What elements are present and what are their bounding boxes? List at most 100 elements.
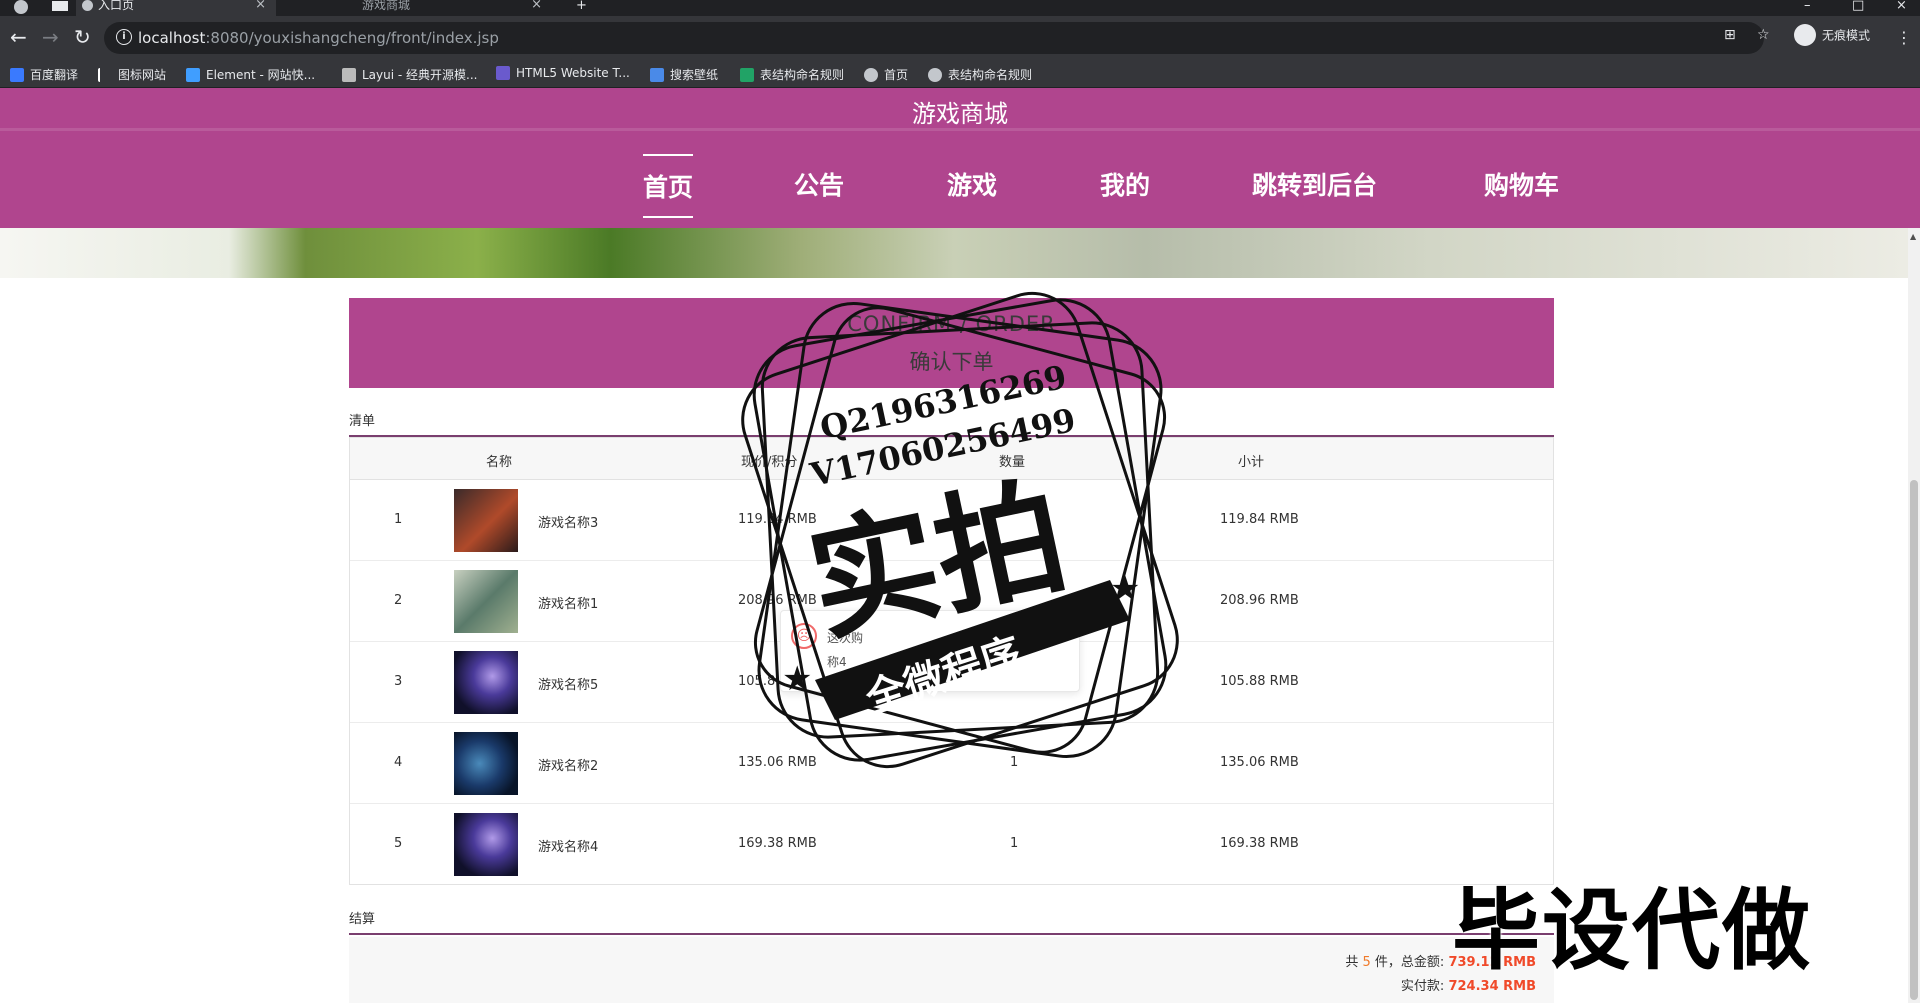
nav-cart[interactable]: 购物车: [1484, 166, 1559, 202]
column-name: 名称: [486, 455, 513, 470]
table-row: 5 游戏名称4 169.38 RMB 1 169.38 RMB: [350, 804, 1553, 885]
incognito-indicator[interactable]: 无痕模式: [1794, 24, 1870, 52]
game-thumbnail[interactable]: [454, 651, 518, 714]
star-icon: ★: [782, 659, 812, 699]
wallpaper-icon: [650, 68, 664, 82]
browser-tab-shop[interactable]: 游戏商城 ×: [340, 0, 552, 16]
bookmark-item[interactable]: Element - 网站快...: [186, 66, 315, 83]
site-header: 游戏商城 首页 公告 游戏 我的 跳转到后台 购物车: [0, 88, 1920, 228]
game-subtotal: 208.96 RMB: [1220, 593, 1299, 608]
game-name[interactable]: 游戏名称2: [538, 755, 598, 774]
app-icon: [14, 0, 28, 14]
new-tab-icon[interactable]: +: [576, 0, 587, 13]
nav-mine[interactable]: 我的: [1100, 166, 1150, 202]
tab-label: 入口页: [98, 0, 135, 12]
stamp-overlay: Q2196316269 V17060256499 实拍 全微程序 ★ ★: [741, 291, 1179, 769]
game-thumbnail[interactable]: [454, 732, 518, 795]
game-subtotal: 135.06 RMB: [1220, 755, 1299, 770]
list-label: 清单: [349, 414, 376, 429]
bookmark-label: 搜索壁纸: [670, 68, 719, 82]
summary-prefix: 共: [1345, 955, 1359, 970]
bookmark-item[interactable]: 搜索壁纸: [650, 66, 718, 83]
bookmark-item[interactable]: Layui - 经典开源模...: [342, 66, 477, 83]
row-index: 1: [394, 512, 403, 527]
game-price: 169.38 RMB: [738, 836, 817, 851]
star-icon: ★: [1110, 569, 1140, 609]
close-icon[interactable]: ×: [531, 0, 542, 11]
bookmark-label: Layui - 经典开源模...: [362, 68, 478, 82]
watermark-text: 毕设代做: [1452, 879, 1813, 982]
back-icon[interactable]: ←: [10, 26, 27, 48]
site-title: 游戏商城: [912, 100, 1008, 128]
reload-icon[interactable]: ↻: [74, 26, 91, 48]
element-logo-icon: [186, 68, 200, 82]
game-name[interactable]: 游戏名称3: [538, 512, 598, 531]
bookmark-label: 表结构命名规则: [760, 68, 845, 82]
row-index: 3: [394, 674, 403, 689]
game-quantity: 1: [1010, 836, 1019, 851]
nav-admin[interactable]: 跳转到后台: [1252, 166, 1377, 202]
nav-announcement[interactable]: 公告: [794, 166, 844, 202]
header-divider: [0, 128, 1920, 131]
info-icon[interactable]: i: [116, 29, 132, 45]
settle-label: 结算: [349, 912, 376, 927]
incognito-icon: [1794, 24, 1816, 46]
bookmark-label: 表结构命名规则: [948, 68, 1033, 82]
game-thumbnail[interactable]: [454, 570, 518, 633]
paid-label: 实付款:: [1400, 979, 1445, 994]
star-icon[interactable]: ☆: [1757, 27, 1770, 43]
bookmark-item[interactable]: 表结构命名规则: [928, 66, 1032, 83]
menu-icon[interactable]: ⋮: [1896, 28, 1912, 47]
bookmark-label: 图标网站: [118, 68, 167, 82]
translate-icon[interactable]: ⊞: [1724, 27, 1736, 43]
window-close-icon[interactable]: ×: [1896, 0, 1907, 13]
bookmark-item[interactable]: 首页: [864, 66, 908, 83]
game-name[interactable]: 游戏名称1: [538, 593, 598, 612]
translate-icon: [10, 68, 24, 82]
bookmark-label: Element - 网站快...: [206, 68, 316, 82]
bookmark-item[interactable]: 百度翻译: [10, 66, 78, 83]
bookmarks-bar: 百度翻译 图标网站 Element - 网站快... Layui - 经典开源模…: [0, 60, 1920, 88]
row-index: 4: [394, 755, 403, 770]
url-text[interactable]: localhost:8080/youxishangcheng/front/ind…: [138, 29, 499, 47]
globe-icon: [82, 0, 93, 11]
bookmark-label: 首页: [884, 68, 909, 82]
flag-icon: [98, 68, 112, 82]
sheet-icon: [740, 68, 754, 82]
summary-count: 5: [1362, 955, 1371, 970]
settle-divider: [349, 933, 1554, 935]
game-subtotal: 119.84 RMB: [1220, 512, 1299, 527]
html5-logo-icon: [496, 66, 510, 80]
browser-tab-entry[interactable]: 入口页 ×: [76, 0, 276, 16]
bookmark-label: 百度翻译: [30, 68, 79, 82]
tab-search-icon[interactable]: [52, 1, 68, 11]
game-name[interactable]: 游戏名称4: [538, 836, 598, 855]
game-subtotal: 169.38 RMB: [1220, 836, 1299, 851]
minimize-icon[interactable]: –: [1804, 0, 1811, 13]
summary-total-label: 件，总金额:: [1374, 955, 1445, 970]
row-index: 2: [394, 593, 403, 608]
game-thumbnail[interactable]: [454, 813, 518, 876]
row-index: 5: [394, 836, 403, 851]
browser-tab-strip: 入口页 × 游戏商城 × + – □ ×: [0, 0, 1920, 16]
forward-icon[interactable]: →: [42, 26, 59, 48]
game-name[interactable]: 游戏名称5: [538, 674, 598, 693]
close-icon[interactable]: ×: [255, 0, 266, 11]
url-path: :8080/youxishangcheng/front/index.jsp: [205, 29, 499, 47]
globe-icon: [928, 68, 942, 82]
url-field[interactable]: i localhost:8080/youxishangcheng/front/i…: [104, 22, 1764, 54]
nav-games[interactable]: 游戏: [947, 166, 997, 202]
nav-home[interactable]: 首页: [643, 154, 694, 218]
bookmark-item[interactable]: 图标网站: [98, 66, 166, 83]
scroll-up-icon[interactable]: ▲: [1910, 232, 1916, 241]
maximize-icon[interactable]: □: [1852, 0, 1864, 13]
bookmark-item[interactable]: 表结构命名规则: [740, 66, 844, 83]
bookmark-item[interactable]: HTML5 Website T...: [496, 66, 630, 80]
url-host: localhost: [138, 29, 206, 47]
game-thumbnail[interactable]: [454, 489, 518, 552]
bookmark-label: HTML5 Website T...: [516, 66, 630, 80]
address-bar: ← → ↻ i localhost:8080/youxishangcheng/f…: [0, 16, 1920, 60]
settlement-panel: 共 5 件，总金额: 739.12 RMB 实付款: 724.34 RMB: [349, 937, 1554, 1003]
scrollbar-thumb[interactable]: [1910, 480, 1918, 1000]
column-subtotal: 小计: [1238, 455, 1265, 470]
